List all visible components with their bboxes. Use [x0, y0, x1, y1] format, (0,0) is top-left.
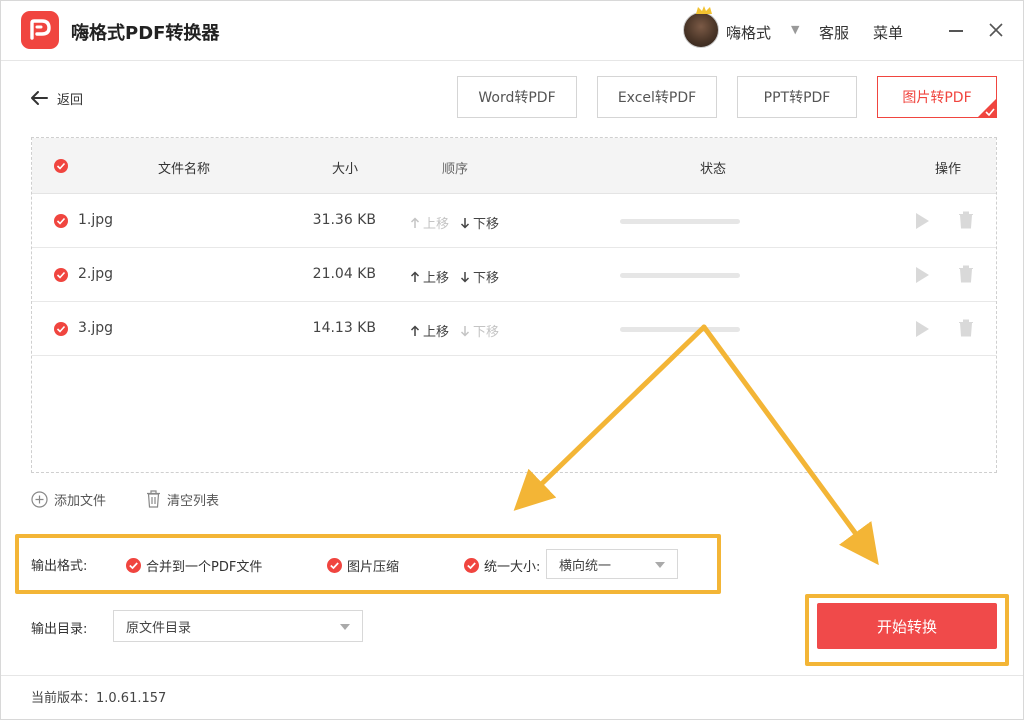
file-size: 21.04 KB [312, 266, 376, 282]
close-icon[interactable] [987, 21, 1005, 39]
trash-icon [147, 490, 160, 508]
move-up-button[interactable]: 上移 [410, 321, 449, 340]
unify-size-checkbox[interactable]: 统一大小: [464, 556, 541, 575]
file-name: 3.jpg [78, 320, 114, 336]
move-down-button[interactable]: 下移 [460, 213, 499, 232]
username[interactable]: 嗨格式 [726, 22, 771, 43]
add-file-label: 添加文件 [54, 493, 107, 509]
header-status: 状态 [700, 162, 727, 177]
minimize-icon[interactable] [949, 30, 963, 32]
header-actions: 操作 [935, 162, 962, 177]
table-row: 2.jpg 21.04 KB 上移 下移 [32, 248, 996, 302]
trash-icon[interactable] [958, 319, 974, 337]
move-up-button[interactable]: 上移 [410, 213, 449, 232]
merge-pdf-checkbox[interactable]: 合并到一个PDF文件 [126, 556, 263, 575]
check-icon [56, 217, 66, 225]
move-up-label: 上移 [423, 325, 450, 340]
user-dropdown-icon[interactable]: ▼ [791, 23, 799, 36]
output-format-label: 输出格式: [31, 559, 88, 574]
header-file-name: 文件名称 [158, 162, 211, 177]
clear-list-button[interactable]: 清空列表 [146, 489, 219, 509]
arrow-down-icon [460, 217, 470, 229]
file-name: 2.jpg [78, 266, 114, 282]
unify-size-select[interactable]: 横向统一 [546, 549, 678, 579]
back-label: 返回 [57, 92, 84, 108]
app-window: 嗨格式PDF转换器 嗨格式 ▼ 客服 菜单 返回 Word转PDF Excel转… [0, 0, 1024, 720]
move-up-label: 上移 [423, 271, 450, 286]
play-icon[interactable] [914, 320, 930, 338]
move-down-label: 下移 [473, 271, 500, 286]
table-row: 3.jpg 14.13 KB 上移 下移 [32, 302, 996, 356]
file-name: 1.jpg [78, 212, 114, 228]
chevron-down-icon [655, 562, 665, 568]
check-icon [327, 557, 342, 573]
user-avatar[interactable] [683, 12, 719, 48]
customer-service-link[interactable]: 客服 [819, 22, 849, 43]
file-size: 14.13 KB [312, 320, 376, 336]
header-order: 顺序 [442, 162, 469, 177]
file-table: 文件名称 大小 顺序 状态 操作 1.jpg 31.36 KB 上移 下移 2.… [31, 137, 997, 473]
title-bar: 嗨格式PDF转换器 嗨格式 ▼ 客服 菜单 [1, 1, 1023, 61]
row-checkbox[interactable] [54, 268, 68, 282]
unify-size-label: 统一大小: [484, 559, 541, 575]
header-size: 大小 [332, 162, 359, 177]
check-icon [464, 557, 479, 573]
check-icon [56, 325, 66, 333]
play-icon[interactable] [914, 212, 930, 230]
move-up-label: 上移 [423, 217, 450, 232]
progress-bar [620, 327, 740, 332]
add-file-button[interactable]: 添加文件 [31, 489, 106, 509]
progress-bar [620, 219, 740, 224]
tab-image-to-pdf[interactable]: 图片转PDF [877, 76, 997, 118]
play-icon[interactable] [914, 266, 930, 284]
tab-image-to-pdf-label: 图片转PDF [902, 90, 972, 106]
output-dir-value: 原文件目录 [126, 620, 192, 636]
trash-icon[interactable] [958, 211, 974, 229]
chevron-down-icon [340, 624, 350, 630]
tab-word-to-pdf[interactable]: Word转PDF [457, 76, 577, 118]
check-icon [56, 271, 66, 279]
clear-list-label: 清空列表 [167, 493, 220, 509]
crown-icon [696, 6, 712, 14]
app-logo-icon [21, 11, 59, 49]
app-title: 嗨格式PDF转换器 [71, 23, 220, 44]
move-down-label: 下移 [473, 325, 500, 340]
trash-icon[interactable] [958, 265, 974, 283]
table-row: 1.jpg 31.36 KB 上移 下移 [32, 194, 996, 248]
arrow-down-icon [460, 325, 470, 337]
arrow-left-icon [31, 91, 48, 105]
tab-ppt-to-pdf[interactable]: PPT转PDF [737, 76, 857, 118]
table-header: 文件名称 大小 顺序 状态 操作 [32, 138, 996, 194]
file-size: 31.36 KB [312, 212, 376, 228]
arrow-down-icon [460, 271, 470, 283]
compress-image-checkbox[interactable]: 图片压缩 [327, 556, 400, 575]
move-down-button[interactable]: 下移 [460, 267, 499, 286]
arrow-up-icon [410, 324, 420, 336]
arrow-up-icon [410, 270, 420, 282]
progress-bar [620, 273, 740, 278]
check-icon [985, 108, 995, 116]
menu-link[interactable]: 菜单 [873, 22, 903, 43]
select-all-checkbox[interactable] [54, 159, 68, 173]
move-down-button[interactable]: 下移 [460, 321, 499, 340]
compress-image-label: 图片压缩 [347, 559, 400, 575]
arrow-up-icon [410, 216, 420, 228]
row-checkbox[interactable] [54, 214, 68, 228]
plus-circle-icon [31, 490, 48, 508]
start-convert-button[interactable]: 开始转换 [817, 603, 997, 649]
check-icon [56, 162, 66, 170]
tab-excel-to-pdf[interactable]: Excel转PDF [597, 76, 717, 118]
move-up-button[interactable]: 上移 [410, 267, 449, 286]
row-checkbox[interactable] [54, 322, 68, 336]
move-down-label: 下移 [473, 217, 500, 232]
check-icon [126, 557, 141, 573]
back-button[interactable]: 返回 [29, 87, 83, 109]
version-text: 当前版本：1.0.61.157 [31, 691, 167, 706]
unify-size-value: 横向统一 [559, 558, 612, 574]
merge-pdf-label: 合并到一个PDF文件 [146, 559, 263, 575]
output-dir-select[interactable]: 原文件目录 [113, 610, 363, 642]
output-dir-label: 输出目录: [31, 622, 88, 637]
